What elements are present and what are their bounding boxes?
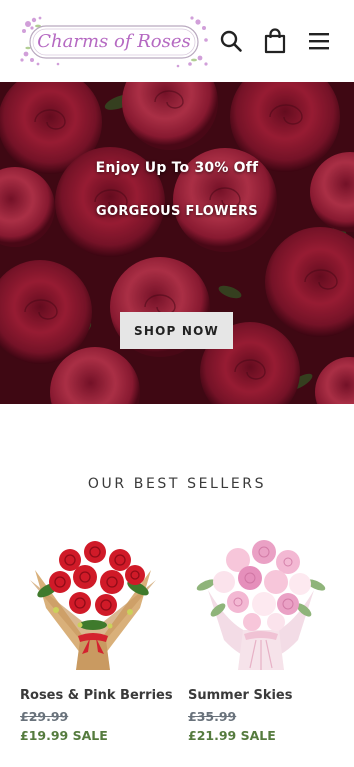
site-header: Charms of Roses (0, 0, 354, 82)
product-name[interactable]: Summer Skies (188, 688, 334, 703)
product-image-pink-bouquet (188, 530, 334, 676)
hero-banner[interactable]: Enjoy Up To 30% Off GORGEOUS FLOWERS SHO… (0, 82, 354, 404)
site-logo[interactable]: Charms of Roses (18, 14, 212, 68)
cart-icon[interactable] (260, 26, 290, 56)
logo-text: Charms of Roses (37, 31, 191, 52)
roses-background-image (0, 82, 354, 404)
product-original-price: £35.99 (188, 709, 237, 724)
product-sale-price: £19.99 SALE (20, 728, 108, 743)
hero-subtitle: GORGEOUS FLOWERS (96, 204, 258, 219)
hero-title: Enjoy Up To 30% Off (95, 160, 259, 176)
product-original-price: £29.99 (20, 709, 69, 724)
product-image-roses-bouquet (20, 530, 166, 676)
product-name[interactable]: Roses & Pink Berries (20, 688, 173, 703)
menu-icon[interactable] (304, 26, 334, 56)
best-sellers-heading: OUR BEST SELLERS (87, 476, 267, 492)
search-icon[interactable] (216, 26, 246, 56)
product-card-roses-pink-berries[interactable]: Roses & Pink Berries £29.99 £19.99 SALE (20, 530, 173, 743)
product-card-summer-skies[interactable]: Summer Skies £35.99 £21.99 SALE (188, 530, 334, 743)
shop-now-button[interactable]: SHOP NOW (120, 312, 233, 349)
product-sale-price: £21.99 SALE (188, 728, 276, 743)
